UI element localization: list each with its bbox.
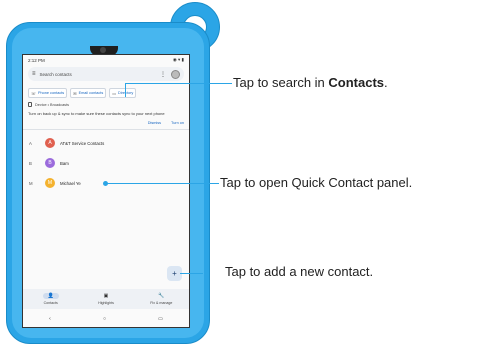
contact-name: Bam [60, 160, 69, 166]
label-icon: ▭ [112, 90, 117, 96]
home-icon[interactable]: ○ [103, 316, 106, 322]
nav-label: Fix & manage [150, 301, 173, 305]
section-letter: B [29, 160, 32, 166]
section-letter: M [29, 180, 33, 186]
back-icon[interactable]: ‹ [49, 316, 51, 322]
backup-card: Device • Broadcasts Turn on back up & sy… [28, 102, 184, 125]
section-letter: A [29, 140, 32, 146]
contact-row[interactable]: A A AT&T Service Contacts [23, 136, 189, 150]
recents-icon[interactable]: ▭ [158, 316, 163, 322]
status-indicators: ◉ ▾ ▮ [172, 57, 184, 62]
dismiss-button[interactable]: Dismiss [148, 121, 161, 125]
system-nav: ‹ ○ ▭ [23, 311, 189, 327]
nav-fix-manage[interactable]: 🔧 Fix & manage [134, 289, 189, 309]
contact-name: AT&T Service Contacts [60, 140, 105, 146]
tablet-screen: 2:12 PM ◉ ▾ ▮ ≡ Search contacts ⋮ ☏ Phone… [22, 54, 190, 328]
contact-avatar: A [45, 138, 55, 148]
search-bar[interactable]: ≡ Search contacts ⋮ [28, 67, 184, 81]
contact-avatar: B [45, 158, 55, 168]
avatar[interactable] [171, 69, 180, 79]
contact-avatar: M [45, 178, 55, 188]
email-icon: ✉ [73, 90, 77, 96]
camera-icon [100, 47, 106, 53]
search-input[interactable]: Search contacts [40, 72, 72, 77]
nav-label: Contacts [43, 301, 58, 305]
chip-directory[interactable]: ▭Directory [109, 88, 137, 98]
callout-search-pointer [125, 83, 126, 97]
callout-add-contact: Tap to add a new contact. [225, 264, 374, 279]
chip-label: Email contacts [78, 91, 104, 95]
nav-contacts[interactable]: 👤 Contacts [23, 289, 78, 309]
status-bar: 2:12 PM ◉ ▾ ▮ [23, 55, 189, 65]
contact-name: Michael Ye [60, 180, 81, 186]
callout-search-bold: Contacts [328, 75, 385, 90]
person-icon: 👤 [42, 293, 59, 299]
chip-phone-contacts[interactable]: ☏ Phone contacts [28, 88, 68, 98]
callout-search: Tap to search in Contacts. [233, 75, 388, 90]
callout-search-line [125, 83, 232, 84]
phone-icon: ☏ [31, 90, 37, 96]
chip-label: Phone contacts [38, 91, 65, 95]
turn-on-button[interactable]: Turn on [171, 121, 184, 125]
callout-search-end: . [384, 75, 388, 90]
filter-chips: ☏Phone contacts ✉Email contacts ▭Directo… [28, 88, 184, 98]
more-options-icon[interactable]: ⋮ [160, 71, 166, 78]
backup-message: Turn on back up & sync to make sure thes… [28, 111, 165, 116]
divider [23, 129, 189, 130]
callout-quick-contact: Tap to open Quick Contact panel. [220, 175, 413, 190]
device-icon [28, 102, 32, 107]
callout-search-text: Tap to search in [233, 75, 329, 90]
highlights-icon: ▣ [103, 293, 109, 299]
bottom-nav: 👤 Contacts ▣ Highlights 🔧 Fix & manage [23, 289, 189, 309]
callout-add-line [180, 273, 203, 274]
chip-email-contacts[interactable]: ✉ Email contacts [70, 88, 107, 98]
nav-highlights[interactable]: ▣ Highlights [78, 289, 133, 309]
nav-label: Highlights [98, 301, 114, 305]
contact-row[interactable]: B B Bam [23, 156, 189, 170]
menu-icon[interactable]: ≡ [32, 71, 36, 77]
status-time: 2:12 PM [28, 57, 45, 63]
backup-title: Device • Broadcasts [35, 102, 70, 107]
callout-quick-line [106, 183, 219, 184]
wrench-icon: 🔧 [158, 293, 165, 299]
